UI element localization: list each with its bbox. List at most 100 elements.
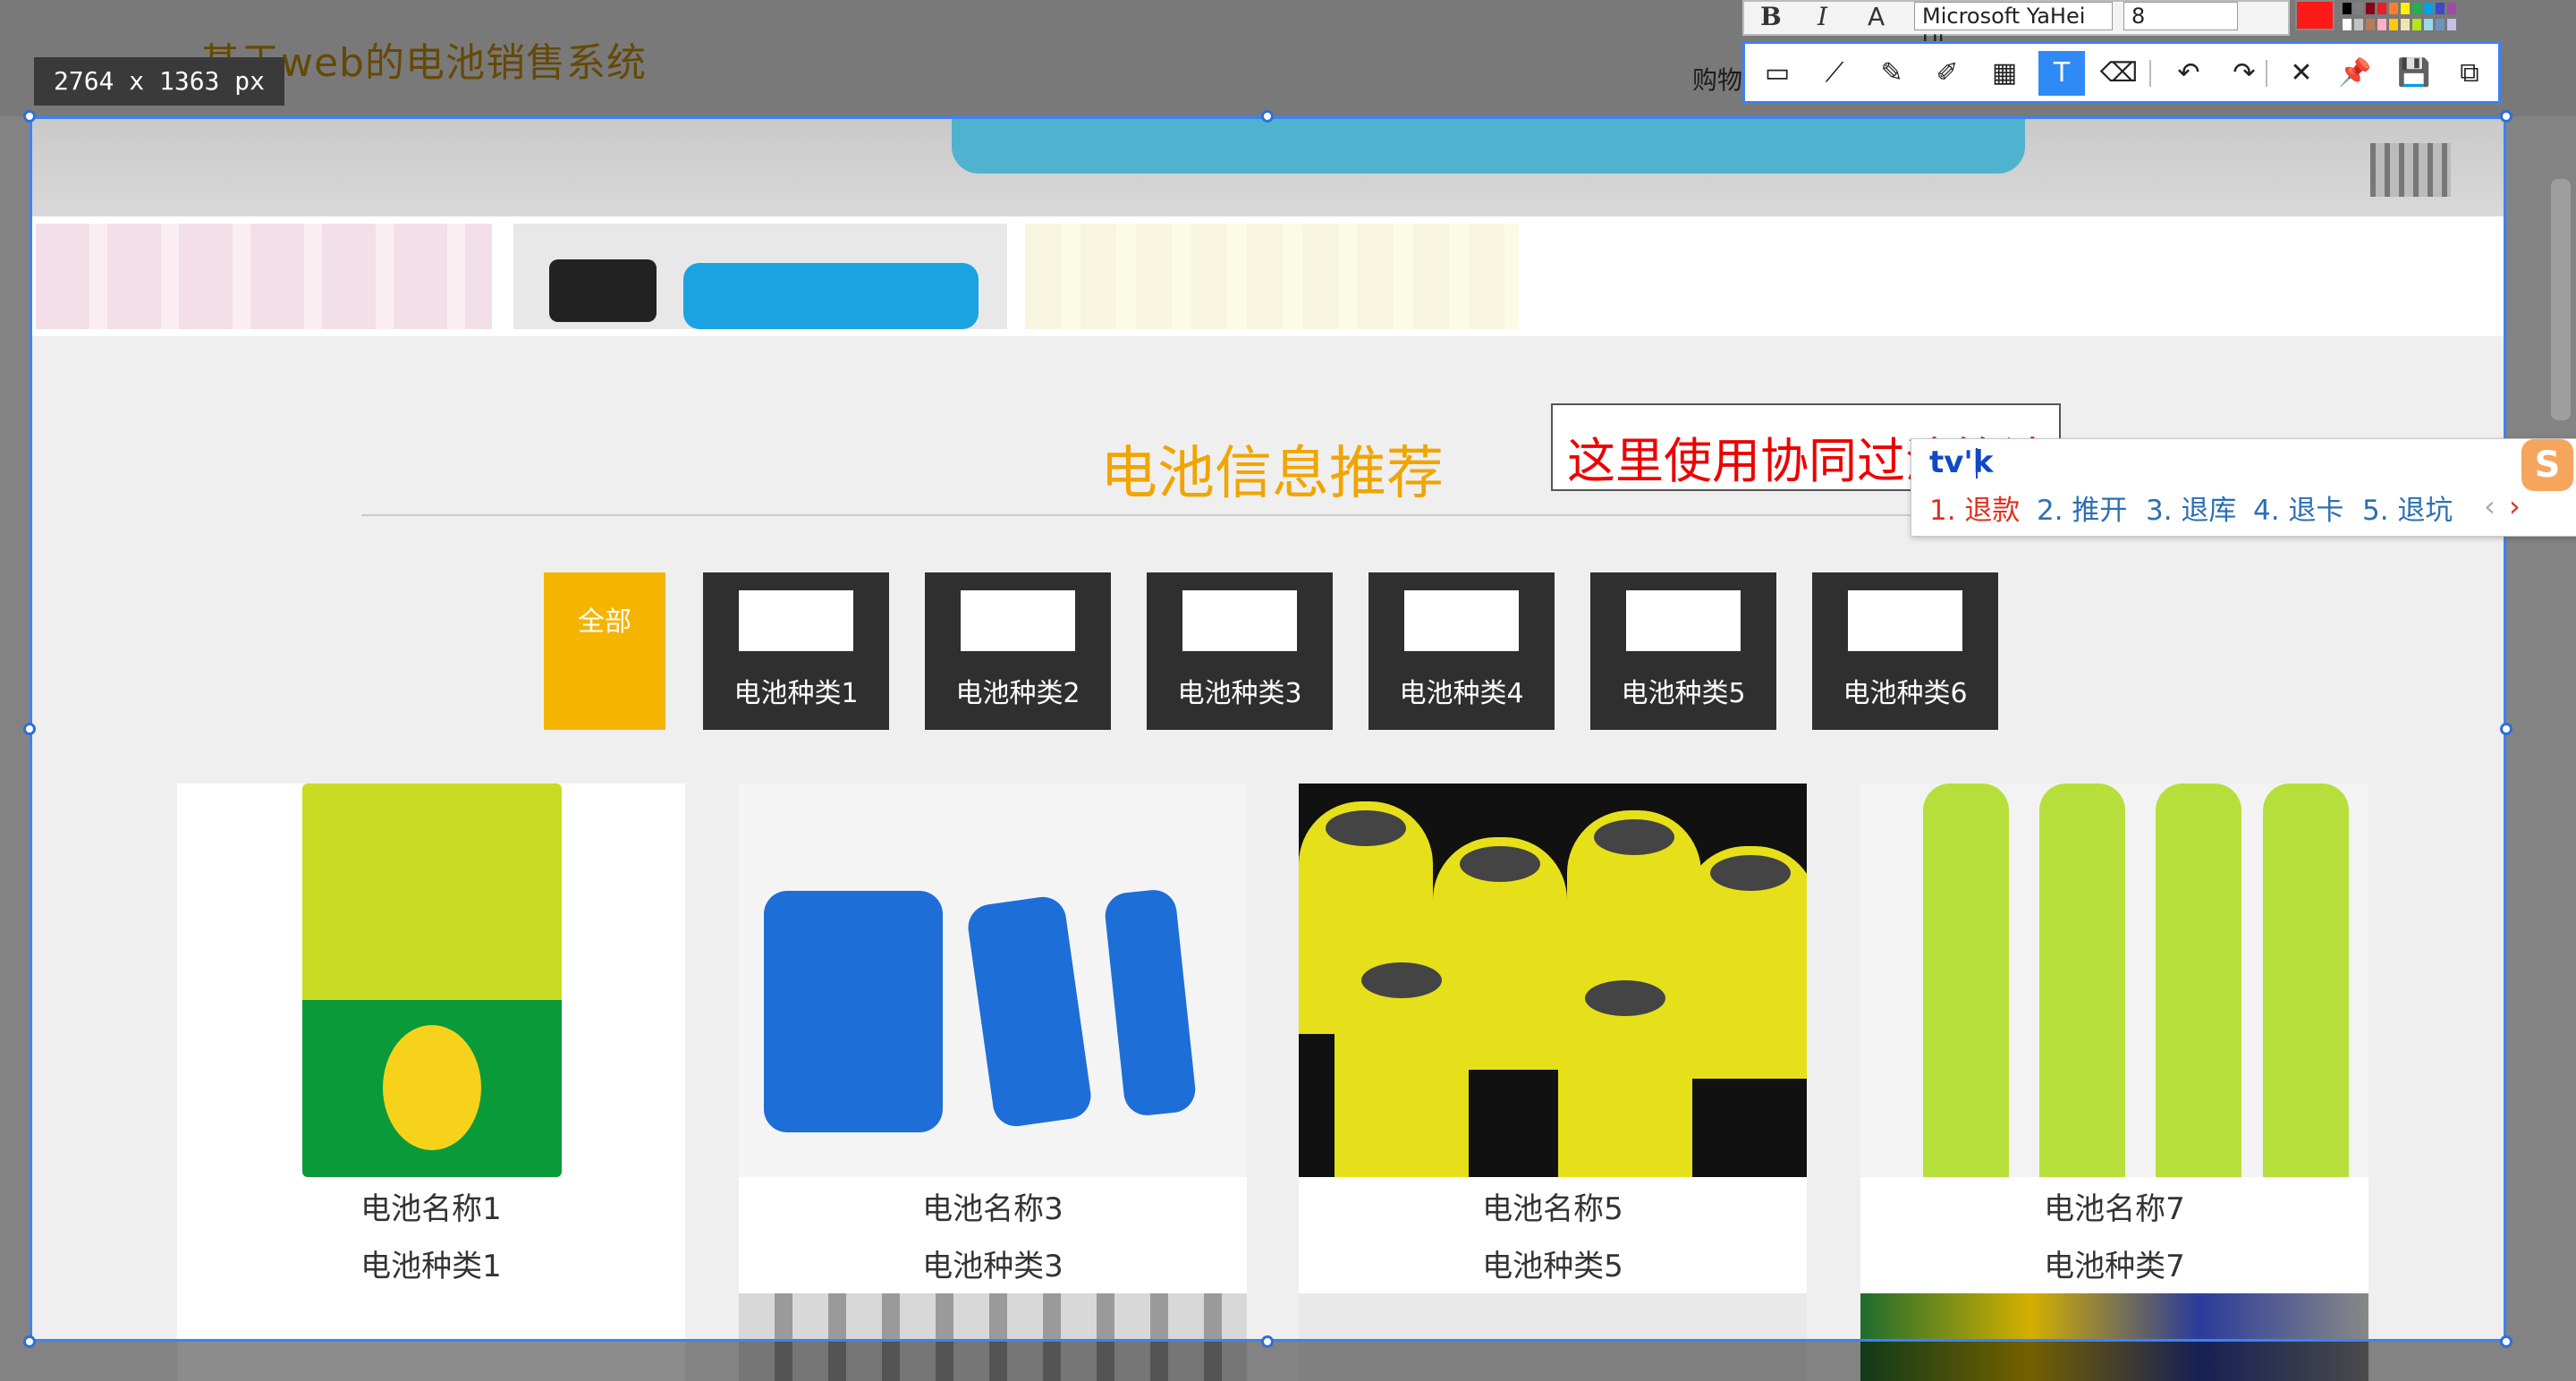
category-tab[interactable]: 电池种类1 <box>703 572 889 730</box>
product-card[interactable]: 电池名称1 电池种类1 <box>177 784 685 1381</box>
current-color-swatch[interactable] <box>2295 0 2334 30</box>
category-label: 电池种类1 <box>733 678 859 709</box>
handle-top-left[interactable] <box>23 110 36 123</box>
italic-button[interactable]: I <box>1818 2 1827 31</box>
category-tab[interactable]: 电池种类4 <box>1368 572 1555 730</box>
category-thumbnail <box>1626 590 1741 651</box>
color-swatch[interactable] <box>2353 18 2364 31</box>
color-swatch[interactable] <box>2365 2 2376 15</box>
color-swatch[interactable] <box>2435 18 2445 31</box>
color-swatch[interactable] <box>2388 18 2399 31</box>
handle-top[interactable] <box>1261 110 1274 123</box>
thumbnail-cell <box>683 263 979 329</box>
redo-icon[interactable]: ↷ <box>2221 51 2267 96</box>
font-size-select[interactable]: 8 <box>2123 2 2238 30</box>
color-swatch[interactable] <box>2423 2 2434 15</box>
ime-prev-page-icon[interactable]: ‹ <box>2484 489 2496 523</box>
color-swatch[interactable] <box>2411 18 2422 31</box>
color-swatch[interactable] <box>2435 2 2445 15</box>
product-name[interactable]: 电池名称5 <box>1299 1184 1807 1228</box>
ime-candidate-window: tv'k S ‹ › 1. 退款 2. 推开 3. 退库 4. 退卡 5. 退坑 <box>1911 438 2576 537</box>
product-name[interactable]: 电池名称3 <box>739 1184 1247 1228</box>
category-tab[interactable]: 全部 <box>544 572 665 730</box>
product-type: 电池种类5 <box>1482 1249 1623 1284</box>
page-scrollbar[interactable] <box>2551 179 2571 420</box>
product-type: 电池种类7 <box>2044 1249 2185 1284</box>
product-photo[interactable] <box>1860 784 2368 1177</box>
font-select[interactable]: Microsoft YaHei UI <box>1914 2 2113 55</box>
polyline-icon[interactable]: ⟋ <box>1811 51 1858 96</box>
category-tab[interactable]: 电池种类2 <box>925 572 1111 730</box>
pin-icon[interactable]: 📌 <box>2332 51 2378 96</box>
color-swatch[interactable] <box>2377 18 2387 31</box>
mosaic-icon[interactable]: ▦ <box>1981 51 2028 96</box>
copy-icon[interactable]: ⧉ <box>2446 51 2493 96</box>
ime-caret <box>1976 448 1978 479</box>
ime-candidate[interactable]: 1. 退款 <box>1929 487 2020 528</box>
banner-image[interactable] <box>30 116 2504 216</box>
handle-bottom[interactable] <box>1261 1335 1274 1348</box>
category-tab[interactable]: 电池种类5 <box>1590 572 1776 730</box>
category-thumbnail <box>1404 590 1519 651</box>
color-swatch[interactable] <box>2365 18 2376 31</box>
thumbnail-pink-cells[interactable] <box>36 224 492 329</box>
section-title: 电池信息推荐 <box>1100 441 1444 507</box>
product-photo[interactable] <box>177 784 685 1177</box>
font-icon[interactable]: A <box>1868 2 1885 31</box>
bold-button[interactable]: B <box>1760 2 1782 31</box>
color-swatch[interactable] <box>2446 18 2457 31</box>
color-swatch[interactable] <box>2342 18 2352 31</box>
capture-shade-left <box>0 116 30 1381</box>
color-swatch[interactable] <box>2400 2 2411 15</box>
ime-candidate[interactable]: 4. 退卡 <box>2253 487 2343 528</box>
rectangle-icon[interactable]: ▭ <box>1754 51 1801 96</box>
toolbar-separator <box>2149 60 2151 87</box>
category-tab[interactable]: 电池种类6 <box>1812 572 1998 730</box>
handle-bottom-left[interactable] <box>23 1335 36 1348</box>
eraser-icon[interactable]: ⌫ <box>2096 51 2142 96</box>
color-palette <box>2292 0 2460 34</box>
handle-top-right[interactable] <box>2500 110 2512 123</box>
product-photo[interactable] <box>1299 784 1807 1177</box>
category-label: 电池种类4 <box>1399 678 1524 709</box>
capture-dimensions: 2764 x 1363 px <box>34 57 284 106</box>
color-swatch[interactable] <box>2353 2 2364 15</box>
color-swatch[interactable] <box>2446 2 2457 15</box>
ime-candidate[interactable]: 3. 退库 <box>2146 487 2236 528</box>
thumbnail-cream-cells[interactable] <box>1025 224 1519 329</box>
close-icon[interactable]: ✕ <box>2278 51 2325 96</box>
handle-left[interactable] <box>23 723 36 735</box>
product-card[interactable]: 电池名称5 电池种类5 <box>1299 784 1807 1381</box>
ime-candidate[interactable]: 5. 退坑 <box>2362 487 2453 528</box>
product-type: 电池种类3 <box>922 1249 1063 1284</box>
product-card[interactable]: 电池名称7 电池种类7 <box>1860 784 2368 1381</box>
save-icon[interactable]: 💾 <box>2391 51 2437 96</box>
sogou-logo-icon[interactable]: S <box>2521 439 2573 491</box>
product-card[interactable]: 电池名称3 电池种类3 <box>739 784 1247 1381</box>
color-swatch[interactable] <box>2388 2 2399 15</box>
green-battery-image <box>302 784 562 1177</box>
category-label: 电池种类2 <box>955 678 1080 709</box>
ime-next-page-icon[interactable]: › <box>2509 489 2521 523</box>
color-swatch[interactable] <box>2423 18 2434 31</box>
pen-icon[interactable]: ✎ <box>1868 51 1915 96</box>
product-name[interactable]: 电池名称1 <box>177 1184 685 1228</box>
category-tab[interactable]: 电池种类3 <box>1147 572 1333 730</box>
product-photo[interactable] <box>739 784 1247 1177</box>
banner-thumbnails <box>30 216 2504 336</box>
thumbnail-blue-pack[interactable] <box>513 224 1007 329</box>
undo-icon[interactable]: ↶ <box>2165 51 2212 96</box>
section-divider <box>361 514 2123 516</box>
ime-candidate[interactable]: 2. 推开 <box>2037 487 2127 528</box>
color-swatch[interactable] <box>2377 2 2387 15</box>
color-swatch[interactable] <box>2400 18 2411 31</box>
color-swatch[interactable] <box>2342 2 2352 15</box>
color-swatch[interactable] <box>2411 2 2422 15</box>
highlighter-icon[interactable]: ✐ <box>1924 51 1970 96</box>
product-name[interactable]: 电池名称7 <box>1860 1184 2368 1228</box>
text-icon[interactable]: T <box>2038 51 2085 96</box>
ime-composition: tv'k <box>1929 445 1994 480</box>
handle-bottom-right[interactable] <box>2500 1335 2512 1348</box>
category-label: 电池种类5 <box>1621 678 1746 709</box>
handle-right[interactable] <box>2500 723 2512 735</box>
